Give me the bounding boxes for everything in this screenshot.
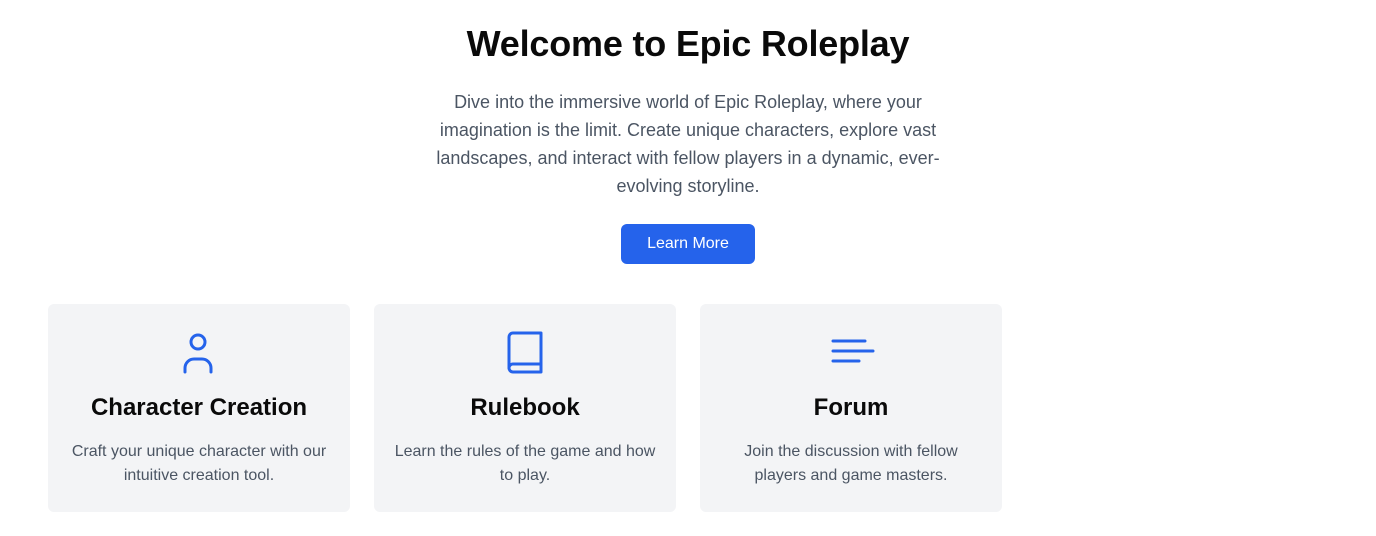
learn-more-button[interactable]: Learn More — [621, 224, 755, 264]
feature-title: Forum — [813, 394, 889, 421]
feature-title: Character Creation — [90, 394, 308, 421]
page-title: Welcome to Epic Roleplay — [466, 23, 910, 64]
feature-cards: Character Creation Craft your unique cha… — [48, 304, 1002, 512]
feature-description: Join the discussion with fellow players … — [744, 443, 958, 484]
feature-description: Learn the rules of the game and how to p… — [394, 443, 656, 484]
feature-card-forum[interactable]: Forum Join the discussion with fellow pl… — [700, 304, 1002, 512]
feature-card-rulebook[interactable]: Rulebook Learn the rules of the game and… — [374, 304, 676, 512]
feature-description: Craft your unique character with our int… — [71, 443, 327, 484]
hero-description: Dive into the immersive world of Epic Ro… — [436, 92, 940, 196]
user-icon — [183, 333, 213, 374]
feature-title: Rulebook — [470, 394, 580, 421]
book-icon — [507, 331, 543, 374]
feature-card-character-creation[interactable]: Character Creation Craft your unique cha… — [48, 304, 350, 512]
menu-lines-icon — [831, 339, 875, 363]
